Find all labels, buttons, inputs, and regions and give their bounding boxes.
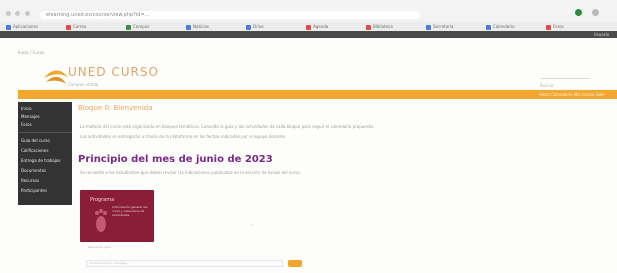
sidebar-item[interactable]: Documentos bbox=[21, 168, 46, 173]
section-title: Bloque 0: Bienvenida bbox=[78, 104, 153, 112]
sidebar-item[interactable]: Recursos bbox=[21, 178, 39, 183]
sidebar-item[interactable]: Foros bbox=[21, 122, 32, 127]
message-input[interactable]: Escriba aquí su mensaje... bbox=[86, 260, 283, 267]
logo-subtitle: Campus virtual bbox=[68, 82, 99, 87]
sidebar: Inicio Mensajes Foros Guía del curso Cal… bbox=[18, 102, 72, 205]
bookmark-item[interactable]: Correo bbox=[66, 23, 86, 30]
bookmark-item[interactable]: Calendario bbox=[486, 23, 515, 30]
sidebar-item[interactable]: Calificaciones bbox=[21, 148, 48, 153]
logo-text: UNED CURSO bbox=[68, 65, 159, 79]
sidebar-item[interactable]: Guía del curso bbox=[21, 138, 50, 143]
intro-paragraph-2: Las actividades se entregarán a través d… bbox=[80, 134, 287, 139]
bookmark-item[interactable]: Drive bbox=[246, 23, 264, 30]
reload-icon[interactable] bbox=[25, 11, 30, 16]
bookmark-item[interactable]: Foros bbox=[546, 23, 564, 30]
bookmark-item[interactable]: Agenda bbox=[306, 23, 328, 30]
site-topbar: Usuario bbox=[0, 31, 617, 38]
news-paragraph: Se recuerda a los estudiantes que deben … bbox=[80, 170, 301, 175]
footprint-icon bbox=[95, 209, 107, 232]
forward-icon[interactable] bbox=[15, 11, 20, 16]
address-text: elearning.uned.es/course/view.php?id=... bbox=[46, 12, 150, 18]
intro-paragraph: La materia del curso está organizada en … bbox=[80, 124, 375, 129]
main-nav-links[interactable]: Inicio Calendario Mis cursos Salir bbox=[539, 91, 605, 98]
browser-chrome: elearning.uned.es/course/view.php?id=...… bbox=[0, 0, 617, 31]
search-field[interactable]: Buscar bbox=[540, 72, 590, 88]
bookmark-item[interactable]: Aplicaciones bbox=[6, 23, 38, 30]
sidebar-item[interactable]: Entrega de trabajos bbox=[21, 158, 60, 163]
program-card-text: Información general del curso y calendar… bbox=[112, 205, 148, 217]
program-card-footer[interactable]: Descargar guía bbox=[88, 245, 111, 249]
extension-icon[interactable] bbox=[575, 9, 582, 16]
sidebar-item[interactable]: Participantes bbox=[21, 188, 47, 193]
address-bar[interactable]: elearning.uned.es/course/view.php?id=... bbox=[40, 11, 420, 19]
breadcrumb[interactable]: Inicio / Curso bbox=[18, 50, 44, 55]
sidebar-item[interactable]: Inicio bbox=[21, 106, 32, 111]
bookmark-item[interactable]: Secretaría bbox=[426, 23, 453, 30]
main-nav-bar: Inicio Calendario Mis cursos Salir bbox=[18, 90, 617, 99]
bookmarks-bar: Aplicaciones Correo Campus Noticias Driv… bbox=[0, 22, 617, 31]
sidebar-item[interactable]: Mensajes bbox=[21, 114, 40, 119]
user-menu[interactable]: Usuario bbox=[594, 31, 609, 38]
program-card-title: Programa bbox=[90, 197, 115, 203]
news-headline[interactable]: Principio del mes de junio de 2023 bbox=[78, 154, 273, 165]
profile-icon[interactable] bbox=[592, 9, 599, 16]
sidebar-divider bbox=[18, 132, 72, 133]
back-icon[interactable] bbox=[6, 11, 11, 16]
cursor-icon: · bbox=[251, 222, 253, 228]
bookmark-item[interactable]: Campus bbox=[126, 23, 149, 30]
bookmark-item[interactable]: Noticias bbox=[186, 23, 209, 30]
send-button[interactable] bbox=[288, 260, 302, 267]
bookmark-item[interactable]: Biblioteca bbox=[366, 23, 393, 30]
